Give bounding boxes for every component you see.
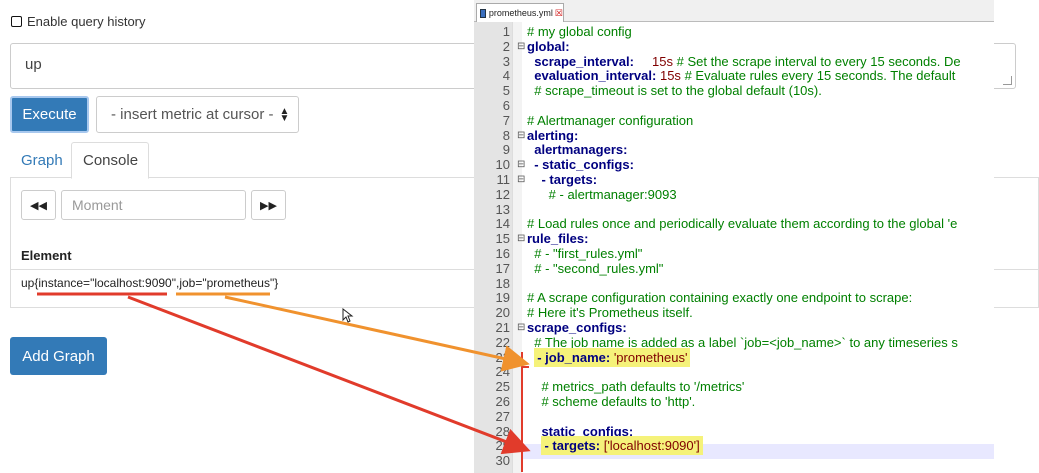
annotation-arrows <box>37 292 531 455</box>
arrow-to-job-name <box>224 295 530 372</box>
